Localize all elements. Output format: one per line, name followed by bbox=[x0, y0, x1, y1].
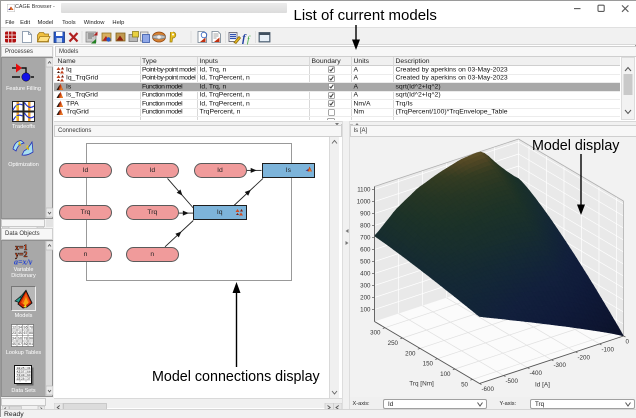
svg-text:0: 0 bbox=[625, 338, 629, 345]
svg-text:45: 45 bbox=[18, 332, 22, 336]
svg-text:150: 150 bbox=[422, 360, 433, 367]
svg-text:1000: 1000 bbox=[356, 198, 370, 205]
svg-text:400: 400 bbox=[360, 270, 371, 277]
svg-text:100: 100 bbox=[440, 371, 451, 378]
svg-text:200: 200 bbox=[360, 294, 371, 301]
svg-text:-600: -600 bbox=[481, 386, 494, 393]
svg-text:Trq [Nm]: Trq [Nm] bbox=[409, 380, 434, 387]
svg-text:12: 12 bbox=[12, 327, 16, 331]
svg-text:900: 900 bbox=[360, 210, 371, 217]
svg-text:67: 67 bbox=[24, 332, 28, 336]
svg-text:34: 34 bbox=[12, 338, 16, 342]
svg-text:67: 67 bbox=[18, 343, 22, 347]
svg-text:a=x/y: a=x/y bbox=[14, 258, 33, 266]
svg-text:50: 50 bbox=[461, 381, 468, 388]
svg-text:Id [A]: Id [A] bbox=[535, 381, 550, 388]
svg-text:01: 01 bbox=[29, 343, 33, 347]
svg-text:100: 100 bbox=[360, 306, 371, 313]
svg-text:300: 300 bbox=[370, 329, 381, 336]
svg-text:78: 78 bbox=[24, 338, 28, 342]
svg-text:89: 89 bbox=[29, 332, 33, 336]
svg-text:-200: -200 bbox=[577, 354, 590, 361]
svg-text:1100: 1100 bbox=[357, 186, 371, 193]
svg-text:15: 15 bbox=[17, 378, 21, 381]
svg-text:-400: -400 bbox=[529, 370, 542, 377]
svg-text:89: 89 bbox=[24, 343, 28, 347]
svg-text:26: 26 bbox=[21, 378, 25, 381]
svg-text:250: 250 bbox=[387, 340, 398, 347]
svg-text:56: 56 bbox=[18, 338, 22, 342]
svg-text:500: 500 bbox=[360, 258, 371, 265]
svg-text:-100: -100 bbox=[601, 346, 614, 353]
svg-text:-500: -500 bbox=[505, 378, 518, 385]
svg-text:45: 45 bbox=[12, 343, 16, 347]
svg-text:600: 600 bbox=[360, 246, 371, 253]
svg-text:800: 800 bbox=[360, 222, 371, 229]
svg-text:300: 300 bbox=[360, 282, 371, 289]
svg-text:56: 56 bbox=[24, 327, 28, 331]
svg-text:90: 90 bbox=[29, 338, 33, 342]
svg-text:200: 200 bbox=[405, 350, 416, 357]
svg-text:34: 34 bbox=[18, 327, 22, 331]
svg-text:23: 23 bbox=[12, 332, 16, 336]
svg-text:f: f bbox=[247, 34, 251, 44]
svg-text:700: 700 bbox=[360, 234, 371, 241]
svg-text:-300: -300 bbox=[553, 362, 566, 369]
svg-text:78: 78 bbox=[29, 327, 33, 331]
svg-text:37: 37 bbox=[27, 378, 31, 381]
